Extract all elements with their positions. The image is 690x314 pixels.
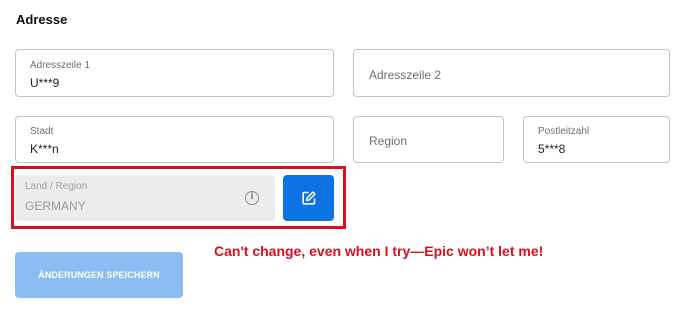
address-line-1-field[interactable]: Adresszeile 1 U***9 <box>15 49 334 97</box>
country-region-label: Land / Region <box>25 181 88 192</box>
postal-code-field[interactable]: Postleitzahl 5***8 <box>523 116 670 163</box>
region-field[interactable]: Region <box>353 116 504 163</box>
postal-code-value: 5***8 <box>538 142 566 156</box>
country-region-field: Land / Region GERMANY i <box>15 175 275 221</box>
edit-icon <box>301 191 316 205</box>
address-line-2-field[interactable]: Adresszeile 2 <box>353 49 670 97</box>
address-line-1-value: U***9 <box>30 76 60 90</box>
country-region-value: GERMANY <box>25 199 86 213</box>
address-line-2-placeholder: Adresszeile 2 <box>369 68 442 82</box>
save-changes-button[interactable]: ÄNDERUNGEN SPEICHERN <box>15 252 183 298</box>
city-value: K***n <box>30 142 59 156</box>
city-label: Stadt <box>30 126 54 137</box>
city-field[interactable]: Stadt K***n <box>15 116 334 163</box>
info-icon[interactable]: i <box>245 191 259 205</box>
address-line-1-label: Adresszeile 1 <box>30 60 91 71</box>
region-placeholder: Region <box>369 134 408 148</box>
annotation-text: Can't change, even when I try—Epic won’t… <box>214 243 544 259</box>
section-title: Adresse <box>16 12 68 27</box>
postal-code-label: Postleitzahl <box>538 126 590 137</box>
edit-country-button[interactable] <box>283 175 334 221</box>
